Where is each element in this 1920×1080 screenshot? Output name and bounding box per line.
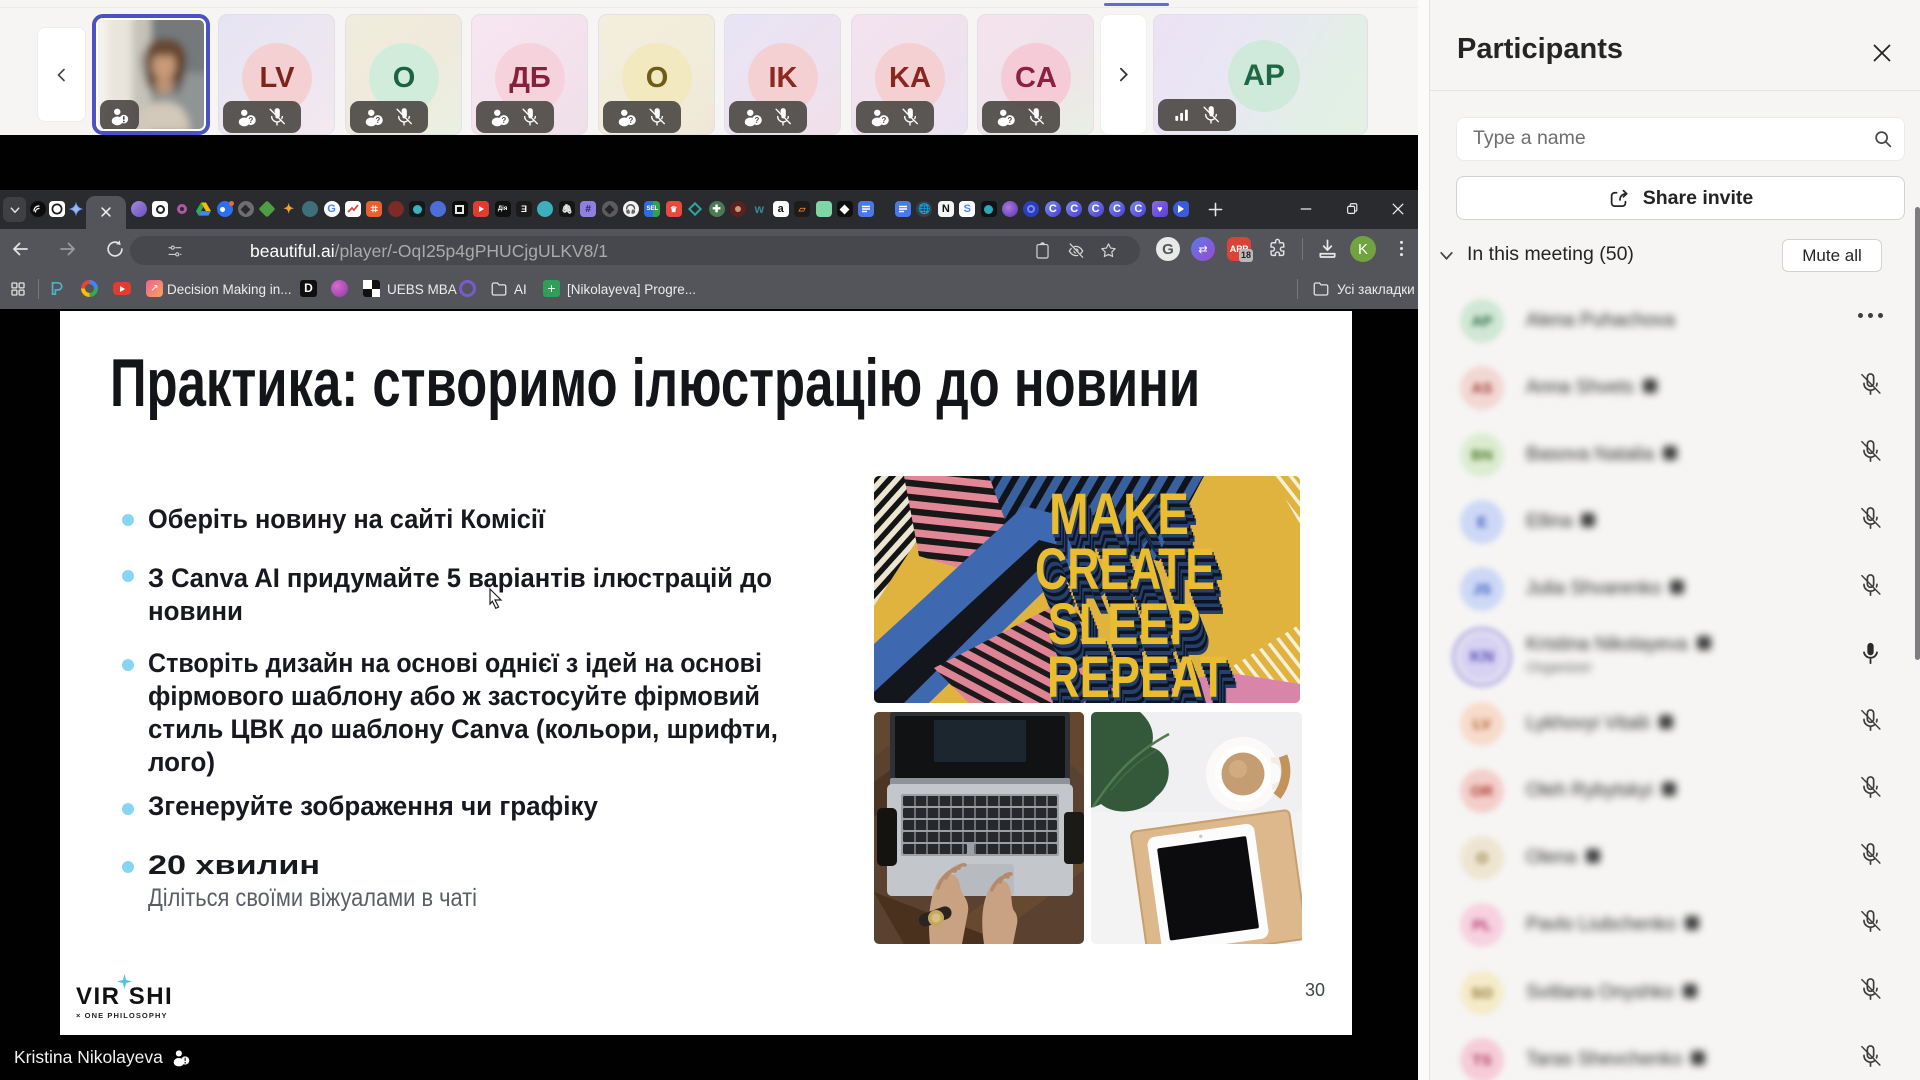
svg-text:REPEAT: REPEAT <box>1047 645 1227 703</box>
